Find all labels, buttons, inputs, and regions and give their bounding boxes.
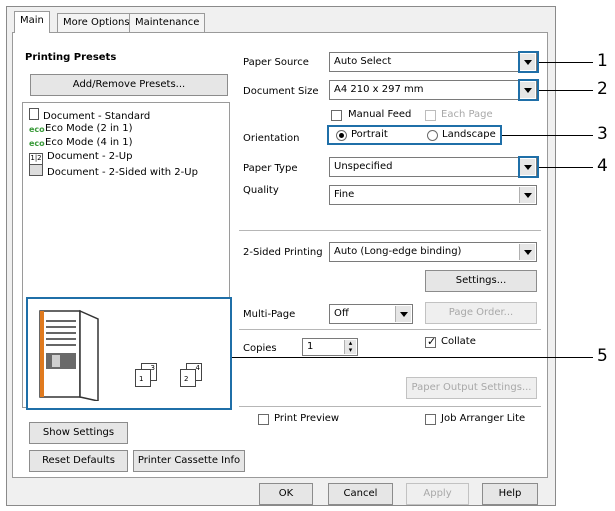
job-arranger-lite-checkbox[interactable]	[425, 414, 436, 425]
divider	[239, 230, 541, 231]
print-preview-label: Print Preview	[274, 413, 340, 424]
eco-leaf-icon: eco	[29, 139, 45, 148]
cancel-button[interactable]: Cancel	[328, 483, 393, 505]
portrait-radio[interactable]	[336, 130, 347, 141]
callout-leader-2	[539, 90, 593, 91]
job-arranger-lite-label: Job Arranger Lite	[441, 413, 526, 424]
callout-number-4: 4	[597, 156, 608, 176]
callout-number-3: 3	[597, 124, 608, 144]
list-item[interactable]: 1|2 Document - 2-Up	[29, 150, 132, 165]
divider	[239, 329, 541, 330]
show-settings-button[interactable]: Show Settings	[29, 422, 128, 444]
callout-leader-3	[502, 135, 593, 136]
document-size-select[interactable]: A4 210 x 297 mm	[329, 80, 537, 100]
paper-output-settings-button[interactable]: Paper Output Settings...	[406, 377, 537, 399]
collate-preview-icon: 4 2	[180, 363, 204, 387]
ok-button[interactable]: OK	[259, 483, 313, 505]
callout-box-2	[518, 79, 539, 101]
two-sided-two-up-icon	[29, 164, 43, 176]
orientation-group: Portrait Landscape	[327, 125, 502, 145]
collate-checkbox[interactable]: ✓	[425, 335, 437, 348]
quality-label: Quality	[243, 185, 279, 196]
two-sided-settings-button[interactable]: Settings...	[425, 270, 537, 292]
divider	[239, 406, 541, 407]
callout-leader-5	[232, 357, 593, 358]
callout-box-1	[518, 51, 539, 73]
chevron-down-icon[interactable]	[395, 306, 411, 322]
tab-more-options[interactable]: More Options	[57, 13, 136, 32]
callout-leader-4	[539, 167, 593, 168]
multi-page-select[interactable]: Off	[329, 304, 413, 324]
copies-spinner-icon[interactable]: ▴ ▾	[344, 340, 356, 354]
chevron-down-icon[interactable]	[519, 187, 535, 203]
callout-leader-1	[539, 62, 593, 63]
printing-presets-heading: Printing Presets	[25, 52, 117, 63]
printer-cassette-info-button[interactable]: Printer Cassette Info	[133, 450, 245, 472]
chevron-down-icon[interactable]	[519, 244, 535, 260]
page-order-preview-icon: 3 1	[135, 363, 159, 387]
collate-label: Collate	[441, 336, 476, 347]
radio-selected-dot	[339, 133, 344, 138]
portrait-label: Portrait	[351, 129, 388, 140]
orientation-label: Orientation	[243, 133, 300, 144]
multi-page-label: Multi-Page	[243, 309, 296, 320]
copies-label: Copies	[243, 343, 277, 354]
document-preview-icon	[39, 309, 99, 401]
list-item[interactable]: ecoEco Mode (2 in 1)	[29, 122, 133, 135]
document-size-label: Document Size	[243, 86, 319, 97]
callout-number-1: 1	[597, 51, 608, 71]
add-remove-presets-button[interactable]: Add/Remove Presets...	[30, 74, 228, 96]
landscape-label: Landscape	[442, 129, 496, 140]
reset-defaults-button[interactable]: Reset Defaults	[29, 450, 128, 472]
page-order-button[interactable]: Page Order...	[425, 302, 537, 324]
paper-type-label: Paper Type	[243, 163, 298, 174]
callout-number-5: 5	[597, 346, 608, 366]
list-item[interactable]: ecoEco Mode (4 in 1)	[29, 136, 133, 149]
two-sided-printing-select[interactable]: Auto (Long-edge binding)	[329, 242, 537, 262]
eco-leaf-icon: eco	[29, 125, 45, 134]
manual-feed-checkbox[interactable]	[331, 110, 342, 121]
document-icon	[29, 108, 39, 120]
callout-number-2: 2	[597, 79, 608, 99]
checkmark-icon: ✓	[427, 335, 437, 348]
each-page-label: Each Page	[441, 109, 493, 120]
list-item[interactable]: Document - 2-Sided with 2-Up	[29, 164, 198, 178]
landscape-radio[interactable]	[427, 130, 438, 141]
print-preview-checkbox[interactable]	[258, 414, 269, 425]
apply-button[interactable]: Apply	[406, 483, 469, 505]
two-sided-printing-label: 2-Sided Printing	[243, 247, 323, 258]
tab-maintenance[interactable]: Maintenance	[129, 13, 206, 32]
layout-preview-panel: 3 1 4 2	[26, 297, 232, 410]
paper-source-label: Paper Source	[243, 57, 309, 68]
paper-source-select[interactable]: Auto Select	[329, 52, 537, 72]
paper-type-select[interactable]: Unspecified	[329, 157, 537, 177]
callout-box-4	[518, 156, 539, 178]
each-page-checkbox[interactable]	[425, 110, 436, 121]
copies-input[interactable]: 1 ▴ ▾	[302, 338, 358, 356]
list-item[interactable]: Document - Standard	[29, 108, 150, 122]
help-button[interactable]: Help	[482, 483, 538, 505]
manual-feed-label: Manual Feed	[348, 109, 412, 120]
tab-main[interactable]: Main	[14, 11, 50, 33]
quality-select[interactable]: Fine	[329, 185, 537, 205]
